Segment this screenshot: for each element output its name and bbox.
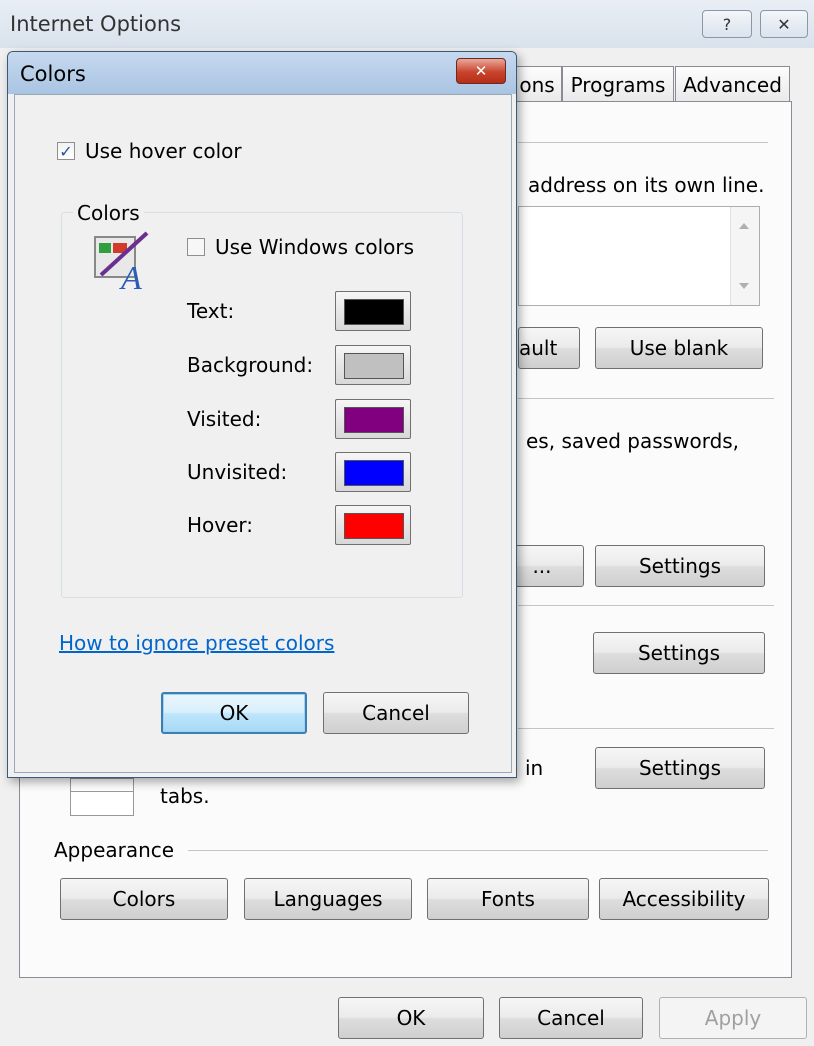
dialog-close-button[interactable]: ✕ bbox=[456, 58, 506, 84]
unvisited-color-button[interactable] bbox=[335, 452, 411, 492]
dialog-cancel-button[interactable]: Cancel bbox=[323, 692, 469, 734]
tabs-settings-button[interactable]: Settings bbox=[595, 747, 765, 789]
button-label: Settings bbox=[637, 641, 721, 665]
button-label: OK bbox=[219, 701, 249, 725]
background-color-button[interactable] bbox=[335, 345, 411, 385]
use-hover-checkbox[interactable]: ✓ bbox=[57, 141, 75, 161]
use-blank-button[interactable]: Use blank bbox=[595, 327, 763, 369]
tab-label: ons bbox=[519, 72, 555, 97]
divider bbox=[518, 398, 774, 399]
close-icon: ✕ bbox=[777, 14, 791, 34]
dialog-titlebar: Colors ✕ bbox=[8, 52, 516, 94]
use-default-button[interactable]: ault bbox=[518, 327, 580, 369]
dialog-title: Colors bbox=[20, 62, 86, 86]
ok-button[interactable]: OK bbox=[338, 997, 484, 1039]
fonts-button[interactable]: Fonts bbox=[427, 878, 589, 920]
background-color-label: Background: bbox=[187, 353, 314, 377]
tabs-text-in: in bbox=[525, 756, 544, 780]
window-title: Internet Options bbox=[10, 12, 182, 36]
divider bbox=[188, 850, 768, 851]
scroll-up-icon[interactable] bbox=[739, 223, 749, 229]
tab-programs[interactable]: Programs bbox=[562, 66, 674, 102]
scrollbar[interactable] bbox=[730, 207, 759, 305]
button-label: Settings bbox=[638, 554, 722, 578]
button-label: Cancel bbox=[537, 1006, 605, 1030]
colors-group-label: Colors bbox=[73, 201, 144, 225]
apply-button[interactable]: Apply bbox=[659, 997, 807, 1039]
history-settings-button[interactable]: Settings bbox=[595, 545, 765, 587]
text-color-label: Text: bbox=[187, 299, 235, 323]
button-label: ault bbox=[519, 336, 558, 360]
hover-color-label: Hover: bbox=[187, 513, 254, 537]
unvisited-color-label: Unvisited: bbox=[187, 460, 288, 484]
home-page-textarea[interactable] bbox=[518, 206, 760, 306]
dialog-ok-button[interactable]: OK bbox=[161, 692, 307, 734]
tabs-icon bbox=[70, 778, 134, 816]
dialog-body: ✓ Use hover color Colors A Use Windows c… bbox=[14, 94, 512, 773]
help-button[interactable]: ? bbox=[702, 10, 752, 38]
button-label: Use blank bbox=[629, 336, 729, 360]
search-settings-button[interactable]: Settings bbox=[593, 632, 765, 674]
svg-text:A: A bbox=[119, 260, 142, 295]
languages-button[interactable]: Languages bbox=[244, 878, 412, 920]
tab-connections[interactable]: ons bbox=[512, 66, 562, 102]
check-icon: ✓ bbox=[59, 141, 73, 161]
divider bbox=[518, 605, 774, 606]
tabs-icon-line bbox=[71, 791, 133, 792]
button-label: Fonts bbox=[481, 887, 535, 911]
close-button[interactable]: ✕ bbox=[760, 10, 808, 38]
cancel-button[interactable]: Cancel bbox=[499, 997, 643, 1039]
use-hover-label: Use hover color bbox=[85, 139, 242, 163]
home-page-text: address on its own line. bbox=[528, 173, 765, 197]
tab-label: Programs bbox=[570, 72, 666, 97]
unvisited-color-swatch bbox=[344, 460, 404, 486]
colors-dialog: Colors ✕ ✓ Use hover color Colors A Use … bbox=[7, 51, 517, 778]
close-icon: ✕ bbox=[474, 62, 488, 80]
button-label: Settings bbox=[638, 756, 722, 780]
accessibility-button[interactable]: Accessibility bbox=[599, 878, 769, 920]
use-windows-colors-checkbox[interactable] bbox=[187, 238, 205, 256]
button-label: Apply bbox=[704, 1006, 762, 1030]
divider bbox=[518, 142, 768, 143]
visited-color-swatch bbox=[344, 407, 404, 433]
tab-label: Advanced bbox=[683, 72, 782, 97]
divider bbox=[518, 728, 774, 729]
appearance-heading: Appearance bbox=[54, 838, 175, 862]
button-label: Cancel bbox=[362, 701, 430, 725]
visited-color-label: Visited: bbox=[187, 407, 262, 431]
text-color-swatch bbox=[344, 299, 404, 325]
history-text: es, saved passwords, bbox=[526, 429, 740, 453]
colors-button[interactable]: Colors bbox=[60, 878, 228, 920]
hover-color-button[interactable] bbox=[335, 505, 411, 545]
background-color-swatch bbox=[344, 353, 404, 379]
button-label: OK bbox=[396, 1006, 426, 1030]
hover-color-swatch bbox=[344, 513, 404, 539]
button-label: Languages bbox=[273, 887, 383, 911]
use-windows-colors-label: Use Windows colors bbox=[215, 235, 415, 259]
tabs-text: tabs. bbox=[160, 784, 210, 808]
text-color-button[interactable] bbox=[335, 291, 411, 331]
button-label: Colors bbox=[112, 887, 176, 911]
tab-advanced[interactable]: Advanced bbox=[675, 66, 790, 102]
window-titlebar: Internet Options ? ✕ bbox=[0, 0, 814, 48]
color-palette-icon: A bbox=[94, 231, 149, 295]
button-label: Accessibility bbox=[622, 887, 746, 911]
help-icon: ? bbox=[722, 14, 732, 34]
button-label: ... bbox=[532, 554, 552, 578]
ignore-preset-colors-link[interactable]: How to ignore preset colors bbox=[59, 631, 334, 655]
scroll-down-icon[interactable] bbox=[739, 283, 749, 289]
visited-color-button[interactable] bbox=[335, 399, 411, 439]
